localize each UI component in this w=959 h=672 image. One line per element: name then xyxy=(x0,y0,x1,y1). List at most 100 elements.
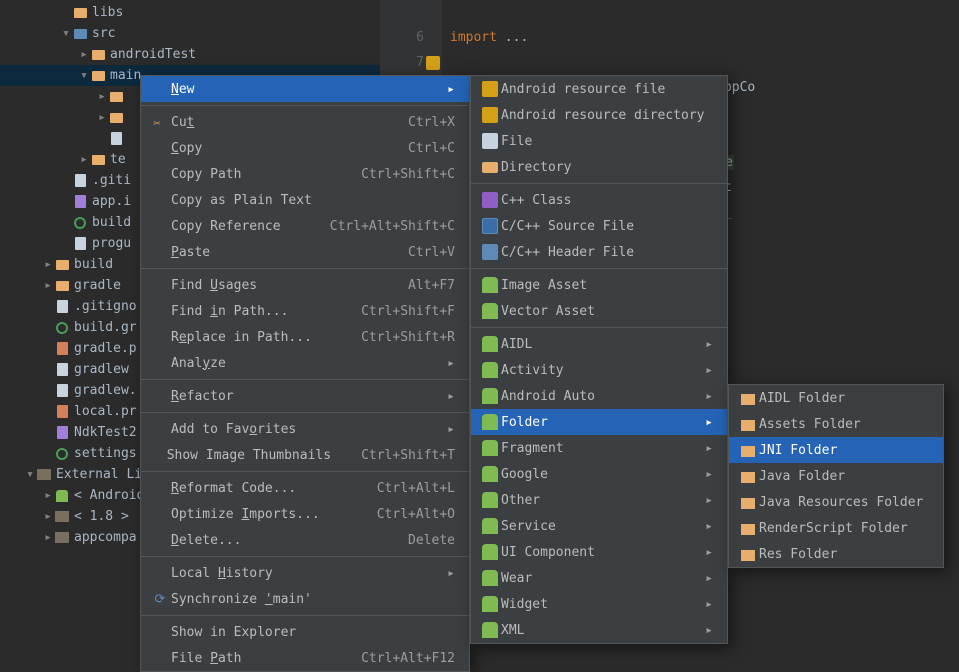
expand-arrow[interactable]: ▸ xyxy=(42,488,54,503)
new-c-c-source-file[interactable]: C/C++ Source File xyxy=(471,213,727,239)
folder-assets-folder[interactable]: Assets Folder xyxy=(729,411,943,437)
ctx-paste[interactable]: PasteCtrl+V xyxy=(141,239,469,265)
menu-item-label: Vector Asset xyxy=(501,304,713,319)
ctx-synchronize-main-[interactable]: ⟳Synchronize 'main' xyxy=(141,586,469,612)
menu-item-label: Reformat Code... xyxy=(171,481,347,496)
menu-item-label: Java Folder xyxy=(759,469,929,484)
new-directory[interactable]: Directory xyxy=(471,154,727,180)
folder-icon xyxy=(90,68,106,84)
ctx-new[interactable]: New▸ xyxy=(141,76,469,102)
folder-submenu[interactable]: AIDL FolderAssets FolderJNI Folder Java F… xyxy=(728,384,944,568)
ctx-reformat-code-[interactable]: Reformat Code...Ctrl+Alt+L xyxy=(141,475,469,501)
expand-arrow[interactable]: ▸ xyxy=(78,47,90,62)
menu-item-label: Cut xyxy=(171,115,378,130)
tree-node-androidTest[interactable]: ▸androidTest xyxy=(0,44,380,65)
ctx-replace-in-path-[interactable]: Replace in Path...Ctrl+Shift+R xyxy=(141,324,469,350)
ctx-local-history[interactable]: Local History▸ xyxy=(141,560,469,586)
new-c-c-header-file[interactable]: C/C++ Header File xyxy=(471,239,727,265)
tree-node-src[interactable]: ▾src xyxy=(0,23,380,44)
expand-arrow[interactable]: ▸ xyxy=(96,110,108,125)
si si-and-icon xyxy=(479,492,501,508)
expand-arrow[interactable]: ▸ xyxy=(78,152,90,167)
si-fold-icon xyxy=(737,470,759,483)
ctx-copy-path[interactable]: Copy PathCtrl+Shift+C xyxy=(141,161,469,187)
ctx-delete-[interactable]: Delete...Delete xyxy=(141,527,469,553)
file-icon xyxy=(108,131,124,147)
ctx-find-usages[interactable]: Find UsagesAlt+F7 xyxy=(141,272,469,298)
menu-item-label: Analyze xyxy=(171,356,433,371)
new-ui-component[interactable]: UI Component▸ xyxy=(471,539,727,565)
new-service[interactable]: Service▸ xyxy=(471,513,727,539)
expand-arrow[interactable]: ▸ xyxy=(96,89,108,104)
code-line[interactable] xyxy=(450,50,959,75)
ctx-refactor[interactable]: Refactor▸ xyxy=(141,383,469,409)
menu-item-label: Java Resources Folder xyxy=(759,495,929,510)
tree-node-label: gradle.p xyxy=(74,341,137,356)
expand-arrow[interactable]: ▸ xyxy=(42,257,54,272)
expand-arrow[interactable]: ▾ xyxy=(24,467,36,482)
folder-aidl-folder[interactable]: AIDL Folder xyxy=(729,385,943,411)
menu-item-label: Find in Path... xyxy=(171,304,331,319)
expand-arrow[interactable]: ▸ xyxy=(42,509,54,524)
code-line[interactable]: import ... xyxy=(450,25,959,50)
ctx-show-image-thumbnails[interactable]: Show Image ThumbnailsCtrl+Shift+T xyxy=(141,442,469,468)
ctx-copy-reference[interactable]: Copy ReferenceCtrl+Alt+Shift+C xyxy=(141,213,469,239)
ctx-analyze[interactable]: Analyze▸ xyxy=(141,350,469,376)
ctx-cut[interactable]: CutCtrl+X xyxy=(141,109,469,135)
new-android-resource-file[interactable]: Android resource file xyxy=(471,76,727,102)
menu-item-label: Service xyxy=(501,519,691,534)
new-google[interactable]: Google▸ xyxy=(471,461,727,487)
expand-arrow[interactable]: ▾ xyxy=(78,68,90,83)
ctx-show-in-explorer[interactable]: Show in Explorer xyxy=(141,619,469,645)
shortcut-label: Ctrl+Shift+T xyxy=(361,448,455,463)
new-wear[interactable]: Wear▸ xyxy=(471,565,727,591)
new-submenu[interactable]: Android resource fileAndroid resource di… xyxy=(470,75,728,644)
expand-arrow[interactable]: ▸ xyxy=(42,278,54,293)
file-icon xyxy=(54,425,70,441)
new-image-asset[interactable]: Image Asset xyxy=(471,272,727,298)
expand-arrow[interactable]: ▾ xyxy=(60,26,72,41)
ctx-optimize-imports-[interactable]: Optimize Imports...Ctrl+Alt+O xyxy=(141,501,469,527)
new-folder[interactable]: Folder▸ xyxy=(471,409,727,435)
new-aidl[interactable]: AIDL▸ xyxy=(471,331,727,357)
new-c-class[interactable]: C++ Class xyxy=(471,187,727,213)
new-fragment[interactable]: Fragment▸ xyxy=(471,435,727,461)
new-xml[interactable]: XML▸ xyxy=(471,617,727,643)
si si-and-icon xyxy=(479,277,501,293)
new-vector-asset[interactable]: Vector Asset xyxy=(471,298,727,324)
ctx-find-in-path-[interactable]: Find in Path...Ctrl+Shift+F xyxy=(141,298,469,324)
submenu-arrow-icon: ▸ xyxy=(705,337,713,352)
submenu-arrow-icon: ▸ xyxy=(705,389,713,404)
ctx-add-to-favorites[interactable]: Add to Favorites▸ xyxy=(141,416,469,442)
submenu-arrow-icon: ▸ xyxy=(705,545,713,560)
new-android-auto[interactable]: Android Auto ▸ xyxy=(471,383,727,409)
folder-java-folder[interactable]: Java Folder xyxy=(729,463,943,489)
menu-item-label: Copy Path xyxy=(171,167,331,182)
ctx-copy[interactable]: CopyCtrl+C xyxy=(141,135,469,161)
new-android-resource-directory[interactable]: Android resource directory xyxy=(471,102,727,128)
menu-item-label: C++ Class xyxy=(501,193,713,208)
menu-item-label: Android Auto xyxy=(501,389,691,404)
folder-java-resources-folder[interactable]: Java Resources Folder xyxy=(729,489,943,515)
menu-item-label: File xyxy=(501,134,713,149)
folder-renderscript-folder[interactable]: RenderScript Folder xyxy=(729,515,943,541)
new-activity[interactable]: Activity▸ xyxy=(471,357,727,383)
context-menu[interactable]: New▸CutCtrl+XCopyCtrl+CCopy PathCtrl+Shi… xyxy=(140,75,470,672)
line-number: 6 xyxy=(380,25,424,50)
file-icon xyxy=(54,383,70,399)
submenu-arrow-icon: ▸ xyxy=(447,82,455,97)
ctx-copy-as-plain-text[interactable]: Copy as Plain Text xyxy=(141,187,469,213)
menu-item-label: RenderScript Folder xyxy=(759,521,929,536)
new-other[interactable]: Other▸ xyxy=(471,487,727,513)
tree-node-libs[interactable]: libs xyxy=(0,2,380,23)
code-line[interactable] xyxy=(450,0,959,25)
ctx-file-path[interactable]: File PathCtrl+Alt+F12 xyxy=(141,645,469,671)
submenu-arrow-icon: ▸ xyxy=(705,415,713,430)
folder-jni-folder[interactable]: JNI Folder xyxy=(729,437,943,463)
si si-s-icon xyxy=(479,192,501,208)
folder-res-folder[interactable]: Res Folder xyxy=(729,541,943,567)
expand-arrow[interactable]: ▸ xyxy=(42,530,54,545)
menu-item-label: Copy xyxy=(171,141,378,156)
new-widget[interactable]: Widget▸ xyxy=(471,591,727,617)
new-file[interactable]: File xyxy=(471,128,727,154)
